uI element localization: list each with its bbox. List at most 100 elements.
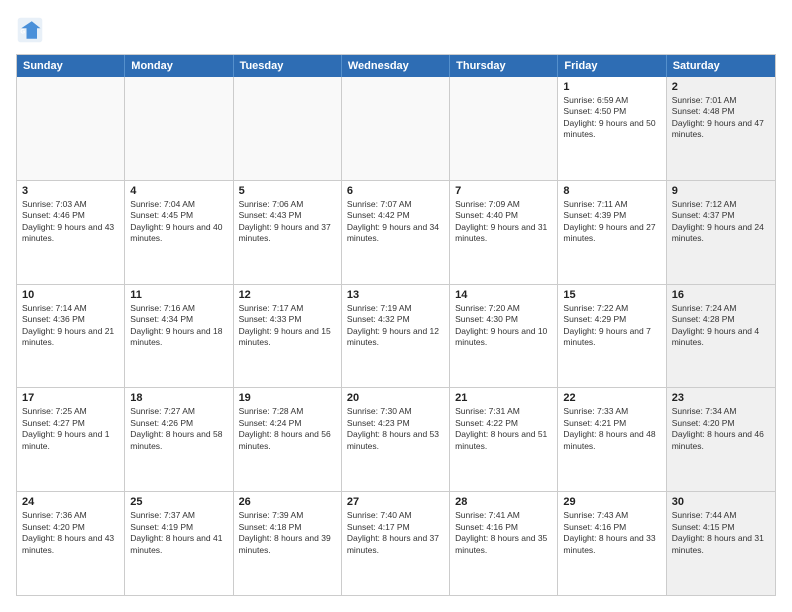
calendar-cell: 9 Sunrise: 7:12 AM Sunset: 4:37 PM Daylig… <box>667 181 775 284</box>
calendar-cell: 14 Sunrise: 7:20 AM Sunset: 4:30 PM Dayli… <box>450 285 558 388</box>
day-number: 18 <box>130 392 227 404</box>
day-number: 15 <box>563 289 660 301</box>
calendar-row: 1 Sunrise: 6:59 AM Sunset: 4:50 PM Daylig… <box>17 77 775 181</box>
day-number: 25 <box>130 496 227 508</box>
calendar-row: 3 Sunrise: 7:03 AM Sunset: 4:46 PM Daylig… <box>17 181 775 285</box>
day-number: 17 <box>22 392 119 404</box>
calendar-cell: 1 Sunrise: 6:59 AM Sunset: 4:50 PM Daylig… <box>558 77 666 180</box>
day-number: 28 <box>455 496 552 508</box>
calendar-header: SundayMondayTuesdayWednesdayThursdayFrid… <box>17 55 775 77</box>
calendar-cell <box>125 77 233 180</box>
day-number: 23 <box>672 392 770 404</box>
calendar-cell: 12 Sunrise: 7:17 AM Sunset: 4:33 PM Dayli… <box>234 285 342 388</box>
day-number: 24 <box>22 496 119 508</box>
weekday-header: Sunday <box>17 55 125 77</box>
day-number: 1 <box>563 81 660 93</box>
day-number: 9 <box>672 185 770 197</box>
day-info: Sunrise: 7:36 AM Sunset: 4:20 PM Dayligh… <box>22 510 119 556</box>
day-info: Sunrise: 7:28 AM Sunset: 4:24 PM Dayligh… <box>239 406 336 452</box>
day-number: 29 <box>563 496 660 508</box>
day-number: 14 <box>455 289 552 301</box>
day-info: Sunrise: 7:34 AM Sunset: 4:20 PM Dayligh… <box>672 406 770 452</box>
day-number: 6 <box>347 185 444 197</box>
calendar-cell: 29Sunrise: 7:43 AM Sunset: 4:16 PM Dayli… <box>558 492 666 595</box>
calendar-body: 1 Sunrise: 6:59 AM Sunset: 4:50 PM Daylig… <box>17 77 775 595</box>
day-number: 19 <box>239 392 336 404</box>
day-info: Sunrise: 7:17 AM Sunset: 4:33 PM Dayligh… <box>239 303 336 349</box>
day-number: 27 <box>347 496 444 508</box>
calendar-row: 24 Sunrise: 7:36 AM Sunset: 4:20 PM Dayli… <box>17 492 775 595</box>
calendar-cell: 28Sunrise: 7:41 AM Sunset: 4:16 PM Dayli… <box>450 492 558 595</box>
day-info: Sunrise: 7:30 AM Sunset: 4:23 PM Dayligh… <box>347 406 444 452</box>
svg-text:G: G <box>20 29 25 36</box>
day-number: 13 <box>347 289 444 301</box>
calendar: SundayMondayTuesdayWednesdayThursdayFrid… <box>16 54 776 596</box>
calendar-cell: 24 Sunrise: 7:36 AM Sunset: 4:20 PM Dayli… <box>17 492 125 595</box>
calendar-cell: 13 Sunrise: 7:19 AM Sunset: 4:32 PM Dayli… <box>342 285 450 388</box>
day-info: Sunrise: 7:19 AM Sunset: 4:32 PM Dayligh… <box>347 303 444 349</box>
day-info: Sunrise: 7:24 AM Sunset: 4:28 PM Dayligh… <box>672 303 770 349</box>
calendar-cell: 2 Sunrise: 7:01 AM Sunset: 4:48 PM Daylig… <box>667 77 775 180</box>
day-number: 12 <box>239 289 336 301</box>
calendar-row: 10 Sunrise: 7:14 AM Sunset: 4:36 PM Dayli… <box>17 285 775 389</box>
day-info: Sunrise: 7:16 AM Sunset: 4:34 PM Dayligh… <box>130 303 227 349</box>
calendar-cell: 18 Sunrise: 7:27 AM Sunset: 4:26 PM Dayli… <box>125 388 233 491</box>
day-number: 30 <box>672 496 770 508</box>
day-info: Sunrise: 6:59 AM Sunset: 4:50 PM Dayligh… <box>563 95 660 141</box>
calendar-cell: 26 Sunrise: 7:39 AM Sunset: 4:18 PM Dayli… <box>234 492 342 595</box>
day-number: 8 <box>563 185 660 197</box>
calendar-cell <box>342 77 450 180</box>
weekday-header: Thursday <box>450 55 558 77</box>
day-info: Sunrise: 7:14 AM Sunset: 4:36 PM Dayligh… <box>22 303 119 349</box>
day-info: Sunrise: 7:31 AM Sunset: 4:22 PM Dayligh… <box>455 406 552 452</box>
day-number: 21 <box>455 392 552 404</box>
weekday-header: Monday <box>125 55 233 77</box>
day-info: Sunrise: 7:44 AM Sunset: 4:15 PM Dayligh… <box>672 510 770 556</box>
day-number: 2 <box>672 81 770 93</box>
calendar-cell: 3 Sunrise: 7:03 AM Sunset: 4:46 PM Daylig… <box>17 181 125 284</box>
calendar-row: 17 Sunrise: 7:25 AM Sunset: 4:27 PM Dayli… <box>17 388 775 492</box>
page: G SundayMondayTuesdayWednesdayThursdayFr… <box>0 0 792 612</box>
weekday-header: Wednesday <box>342 55 450 77</box>
calendar-cell: 20 Sunrise: 7:30 AM Sunset: 4:23 PM Dayli… <box>342 388 450 491</box>
calendar-cell: 30 Sunrise: 7:44 AM Sunset: 4:15 PM Dayli… <box>667 492 775 595</box>
calendar-cell <box>234 77 342 180</box>
calendar-cell: 4 Sunrise: 7:04 AM Sunset: 4:45 PM Daylig… <box>125 181 233 284</box>
day-info: Sunrise: 7:39 AM Sunset: 4:18 PM Dayligh… <box>239 510 336 556</box>
day-info: Sunrise: 7:11 AM Sunset: 4:39 PM Dayligh… <box>563 199 660 245</box>
day-number: 7 <box>455 185 552 197</box>
day-info: Sunrise: 7:27 AM Sunset: 4:26 PM Dayligh… <box>130 406 227 452</box>
day-number: 20 <box>347 392 444 404</box>
day-info: Sunrise: 7:22 AM Sunset: 4:29 PM Dayligh… <box>563 303 660 349</box>
day-info: Sunrise: 7:25 AM Sunset: 4:27 PM Dayligh… <box>22 406 119 452</box>
logo-icon: G <box>16 16 44 44</box>
day-number: 3 <box>22 185 119 197</box>
calendar-cell: 15 Sunrise: 7:22 AM Sunset: 4:29 PM Dayli… <box>558 285 666 388</box>
calendar-cell: 19 Sunrise: 7:28 AM Sunset: 4:24 PM Dayli… <box>234 388 342 491</box>
calendar-cell <box>450 77 558 180</box>
calendar-cell: 5 Sunrise: 7:06 AM Sunset: 4:43 PM Daylig… <box>234 181 342 284</box>
day-info: Sunrise: 7:04 AM Sunset: 4:45 PM Dayligh… <box>130 199 227 245</box>
calendar-cell: 17 Sunrise: 7:25 AM Sunset: 4:27 PM Dayli… <box>17 388 125 491</box>
day-info: Sunrise: 7:03 AM Sunset: 4:46 PM Dayligh… <box>22 199 119 245</box>
day-number: 5 <box>239 185 336 197</box>
day-info: Sunrise: 7:40 AM Sunset: 4:17 PM Dayligh… <box>347 510 444 556</box>
day-number: 26 <box>239 496 336 508</box>
day-info: Sunrise: 7:12 AM Sunset: 4:37 PM Dayligh… <box>672 199 770 245</box>
calendar-cell: 22Sunrise: 7:33 AM Sunset: 4:21 PM Dayli… <box>558 388 666 491</box>
day-number: 4 <box>130 185 227 197</box>
weekday-header: Tuesday <box>234 55 342 77</box>
calendar-cell: 6Sunrise: 7:07 AM Sunset: 4:42 PM Daylig… <box>342 181 450 284</box>
day-info: Sunrise: 7:06 AM Sunset: 4:43 PM Dayligh… <box>239 199 336 245</box>
header: G <box>16 16 776 44</box>
day-info: Sunrise: 7:33 AM Sunset: 4:21 PM Dayligh… <box>563 406 660 452</box>
calendar-cell: 10 Sunrise: 7:14 AM Sunset: 4:36 PM Dayli… <box>17 285 125 388</box>
day-info: Sunrise: 7:01 AM Sunset: 4:48 PM Dayligh… <box>672 95 770 141</box>
weekday-header: Friday <box>558 55 666 77</box>
calendar-cell: 8 Sunrise: 7:11 AM Sunset: 4:39 PM Daylig… <box>558 181 666 284</box>
calendar-cell: 25 Sunrise: 7:37 AM Sunset: 4:19 PM Dayli… <box>125 492 233 595</box>
logo: G <box>16 16 48 44</box>
day-info: Sunrise: 7:37 AM Sunset: 4:19 PM Dayligh… <box>130 510 227 556</box>
day-number: 10 <box>22 289 119 301</box>
day-info: Sunrise: 7:20 AM Sunset: 4:30 PM Dayligh… <box>455 303 552 349</box>
